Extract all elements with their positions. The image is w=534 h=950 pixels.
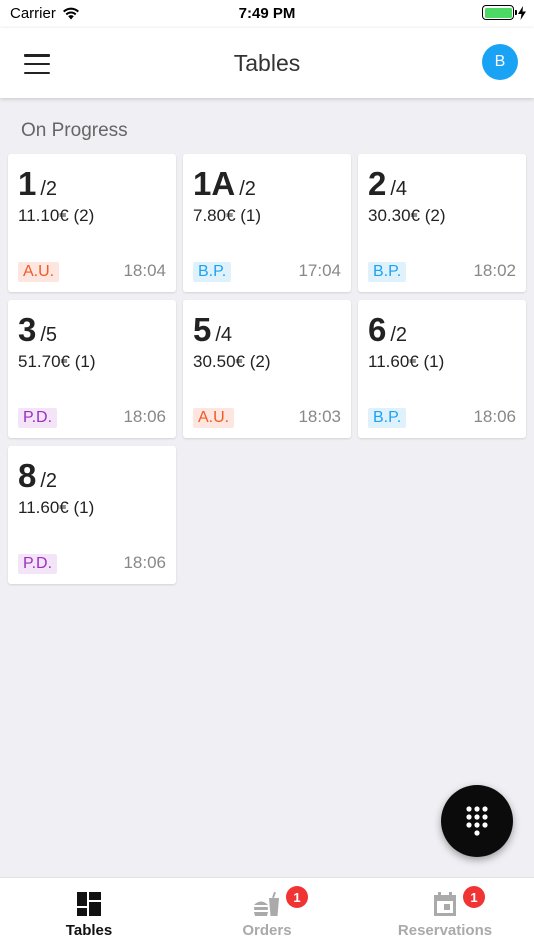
nav-tab-reservations[interactable]: 1 Reservations: [356, 878, 534, 950]
table-amount: 30.50€ (2): [193, 352, 271, 371]
table-time: 18:06: [473, 407, 516, 426]
tables-grid-icon: [77, 892, 101, 916]
waiter-tag: B.P.: [368, 408, 407, 428]
waiter-tag: P.D.: [18, 554, 58, 574]
user-avatar[interactable]: B: [482, 44, 518, 80]
table-card-8[interactable]: 8 /2 11.60€ (1) P.D. 18:06: [8, 446, 176, 584]
table-time: 18:06: [123, 407, 166, 426]
nav-tab-tables[interactable]: Tables: [0, 878, 178, 950]
calendar-icon: [434, 892, 456, 916]
table-seats: /2: [239, 178, 256, 200]
charging-bolt-icon: [518, 5, 526, 20]
menu-hamburger-icon[interactable]: [24, 54, 50, 74]
table-amount: 7.80€ (1): [193, 206, 262, 225]
status-time: 7:49 PM: [238, 5, 296, 22]
table-number: 2: [368, 165, 387, 202]
table-grid: 1 /2 11.10€ (2) A.U. 18:04 1A /2 7.80€ (…: [8, 154, 526, 584]
table-card-1[interactable]: 1 /2 11.10€ (2) A.U. 18:04: [8, 154, 176, 292]
dialpad-icon: [466, 806, 488, 836]
table-number: 6: [368, 311, 387, 348]
table-seats: /2: [390, 324, 408, 346]
section-title-on-progress: On Progress: [21, 120, 128, 141]
waiter-tag: P.D.: [18, 408, 58, 428]
nav-label: Reservations: [397, 922, 493, 939]
nav-label: Orders: [242, 922, 292, 939]
table-card-5[interactable]: 5 /4 30.50€ (2) A.U. 18:03: [183, 300, 351, 438]
orders-food-icon: [254, 892, 279, 916]
waiter-tag: A.U.: [18, 262, 60, 282]
table-amount: 30.30€ (2): [368, 206, 446, 225]
table-card-1a[interactable]: 1A /2 7.80€ (1) B.P. 17:04: [183, 154, 351, 292]
nav-label: Tables: [65, 922, 113, 939]
table-number: 3: [18, 311, 37, 348]
table-card-2[interactable]: 2 /4 30.30€ (2) B.P. 18:02: [358, 154, 526, 292]
table-seats: /2: [40, 178, 58, 200]
table-time: 18:03: [298, 407, 341, 426]
nav-tab-orders[interactable]: 1 Orders: [178, 878, 356, 950]
table-number: 5: [193, 311, 212, 348]
table-seats: /4: [215, 324, 233, 346]
table-amount: 51.70€ (1): [18, 352, 96, 371]
waiter-tag: B.P.: [368, 262, 407, 282]
table-amount: 11.60€ (1): [368, 352, 445, 371]
table-time: 17:04: [298, 261, 341, 280]
table-card-6[interactable]: 6 /2 11.60€ (1) B.P. 18:06: [358, 300, 526, 438]
table-amount: 11.10€ (2): [18, 206, 95, 225]
waiter-tag: A.U.: [193, 408, 235, 428]
table-time: 18:04: [123, 261, 166, 280]
battery-icon: [482, 5, 517, 20]
table-seats: /2: [40, 470, 58, 492]
table-amount: 11.60€ (1): [18, 498, 95, 517]
status-right: [482, 5, 526, 20]
page-title: Tables: [233, 49, 301, 76]
table-number: 8: [18, 457, 37, 494]
table-seats: /4: [390, 178, 408, 200]
table-time: 18:02: [473, 261, 516, 280]
waiter-tag: B.P.: [193, 262, 232, 282]
orders-badge: 1: [286, 886, 308, 908]
status-bar: Carrier 7:49 PM: [0, 0, 534, 28]
dialpad-button[interactable]: [441, 785, 513, 857]
table-card-3[interactable]: 3 /5 51.70€ (1) P.D. 18:06: [8, 300, 176, 438]
app-header: Tables B: [0, 28, 534, 98]
reservations-badge: 1: [463, 886, 485, 908]
table-seats: /5: [40, 324, 58, 346]
bottom-nav: Tables 1 Orders 1 Reservations: [0, 877, 534, 950]
table-number: 1A: [193, 165, 236, 202]
table-number: 1: [18, 165, 37, 202]
table-time: 18:06: [123, 553, 166, 572]
